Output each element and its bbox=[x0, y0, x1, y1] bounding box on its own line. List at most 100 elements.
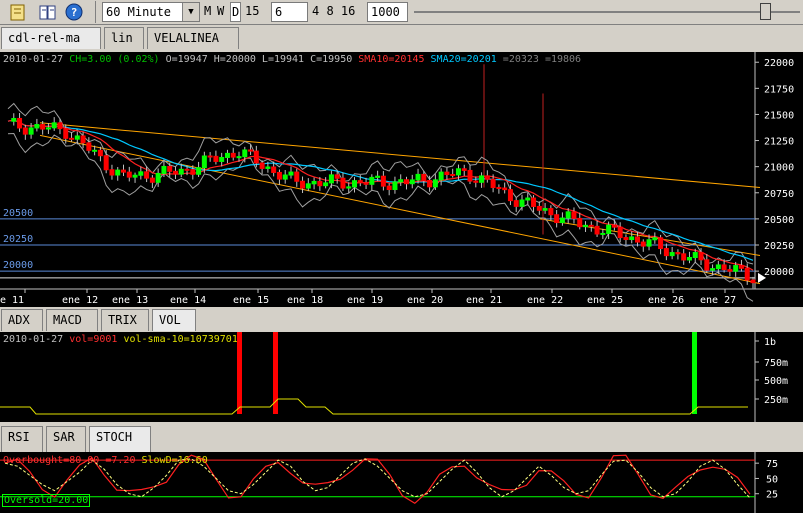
tab-sar[interactable]: SAR bbox=[46, 426, 86, 452]
price-tick-label: 21750 bbox=[764, 84, 794, 95]
candle-body bbox=[484, 175, 490, 180]
candle-body bbox=[733, 265, 739, 272]
date-tick-label: ene 25 bbox=[587, 295, 623, 306]
toolbar: ? 60 Minute ▼ M W D 15 6 4 8 16 1000 bbox=[0, 0, 803, 25]
stoch-tick-label: 75 bbox=[766, 459, 778, 470]
zoom-slider-track[interactable] bbox=[414, 11, 800, 13]
tab-lin[interactable]: lin bbox=[104, 27, 144, 49]
date-tick-label: ene 18 bbox=[287, 295, 323, 306]
interval-select[interactable]: 60 Minute ▼ bbox=[102, 2, 200, 22]
candle-body bbox=[121, 169, 127, 173]
candle-body bbox=[438, 171, 444, 181]
tab-vol[interactable]: VOL bbox=[152, 309, 196, 331]
vol-sma-line bbox=[0, 398, 748, 415]
tab-stoch[interactable]: STOCH bbox=[89, 426, 151, 452]
candle-body bbox=[369, 176, 375, 185]
candle-body bbox=[548, 208, 554, 216]
channel-lower-line bbox=[39, 134, 761, 285]
stoch-panel[interactable]: 75 50 25 Overbought=80.00 =7.20 SlowD=16.6… bbox=[0, 452, 803, 513]
candle-body bbox=[519, 199, 525, 207]
candle-body bbox=[588, 224, 594, 227]
ma-period-input[interactable]: 6 bbox=[271, 2, 308, 22]
candle-body bbox=[97, 149, 103, 157]
price-tick-label: 21250 bbox=[764, 137, 794, 148]
tab-rsi[interactable]: RSI bbox=[1, 426, 43, 452]
date-tick-label: ene 27 bbox=[700, 295, 736, 306]
bollinger-lower-band bbox=[7, 132, 754, 302]
candle-body bbox=[600, 232, 606, 235]
candle-body bbox=[536, 205, 542, 211]
candle-body bbox=[259, 162, 265, 169]
candle-body bbox=[513, 200, 519, 207]
help-icon[interactable]: ? bbox=[64, 2, 84, 22]
price-tick-label: 20000 bbox=[764, 267, 794, 278]
tab-adx[interactable]: ADX bbox=[1, 309, 43, 331]
price-chart-panel[interactable]: 2010-01-27 CH=3.00 (0.02%) O=19947 H=200… bbox=[0, 52, 803, 307]
days-value[interactable]: 15 bbox=[245, 4, 259, 18]
tab-cdl-rel-ma[interactable]: cdl-rel-ma bbox=[1, 27, 101, 49]
reference-level-label: 20500 bbox=[3, 208, 33, 219]
date-tick-label: ene 21 bbox=[466, 295, 502, 306]
zoom-slider-handle[interactable] bbox=[760, 3, 771, 20]
candle-body bbox=[398, 179, 404, 183]
candle-body bbox=[190, 169, 196, 175]
candle-body bbox=[201, 155, 207, 169]
notebook-icon[interactable] bbox=[8, 2, 28, 22]
candle-body bbox=[51, 122, 57, 129]
candle-body bbox=[415, 173, 421, 181]
candle-body bbox=[11, 117, 17, 122]
candle-body bbox=[467, 169, 473, 182]
candle-body bbox=[207, 155, 213, 158]
candle-body bbox=[184, 168, 190, 171]
candle-body bbox=[525, 197, 531, 201]
price-tick-label: 22000 bbox=[764, 58, 794, 69]
stoch-tick-label: 50 bbox=[766, 474, 778, 485]
candle-body bbox=[496, 187, 502, 190]
candle-body bbox=[421, 173, 427, 182]
period-month-button[interactable]: M bbox=[204, 4, 211, 18]
tab-macd[interactable]: MACD bbox=[46, 309, 98, 331]
candle-body bbox=[583, 224, 589, 228]
vol-tick-label: 1b bbox=[764, 337, 776, 348]
tab-velalinea[interactable]: VELALINEA bbox=[147, 27, 239, 49]
tab-trix[interactable]: TRIX bbox=[101, 309, 149, 331]
candle-body bbox=[282, 174, 288, 180]
bars-input[interactable]: 1000 bbox=[367, 2, 408, 22]
chevron-down-icon[interactable]: ▼ bbox=[182, 3, 199, 21]
candle-body bbox=[744, 267, 750, 281]
date-tick-label: e 11 bbox=[0, 295, 24, 306]
candle-body bbox=[196, 167, 202, 175]
candle-body bbox=[115, 169, 121, 176]
candle-body bbox=[577, 217, 583, 228]
toolbar-divider bbox=[95, 1, 96, 23]
candle-body bbox=[92, 149, 98, 152]
candle-body bbox=[132, 174, 138, 178]
candle-body bbox=[658, 237, 664, 250]
candle-body bbox=[640, 241, 646, 247]
period-day-button[interactable]: D bbox=[230, 2, 242, 22]
ma-list-value[interactable]: 4 8 16 bbox=[312, 4, 355, 18]
stoch-tick-label: 25 bbox=[766, 490, 778, 501]
date-tick-label: ene 26 bbox=[648, 295, 684, 306]
candle-body bbox=[531, 197, 537, 207]
price-chart-svg: 22000 21750 21500 21250 21000 20750 20500 20250… bbox=[0, 52, 803, 306]
candle-body bbox=[34, 124, 40, 129]
candle-body bbox=[253, 150, 259, 164]
price-tick-label: 20750 bbox=[764, 189, 794, 200]
date-tick-label: ene 13 bbox=[112, 295, 148, 306]
candle-body bbox=[357, 180, 363, 184]
candle-body bbox=[22, 127, 28, 135]
candle-body bbox=[646, 239, 652, 247]
oversold-label: Oversold=20.00 bbox=[2, 494, 91, 507]
candle-body bbox=[305, 183, 311, 189]
reference-level-label: 20000 bbox=[3, 260, 33, 271]
book-icon[interactable] bbox=[38, 2, 58, 22]
candle-body bbox=[403, 179, 409, 185]
candle-body bbox=[172, 170, 178, 175]
candle-body bbox=[594, 225, 600, 235]
candle-body bbox=[178, 168, 184, 175]
candle-body bbox=[28, 127, 34, 135]
period-week-button[interactable]: W bbox=[217, 4, 224, 18]
candle-body bbox=[126, 171, 132, 178]
volume-panel[interactable]: 2010-01-27 vol=9001 vol-sma-10=10739701 … bbox=[0, 332, 803, 422]
